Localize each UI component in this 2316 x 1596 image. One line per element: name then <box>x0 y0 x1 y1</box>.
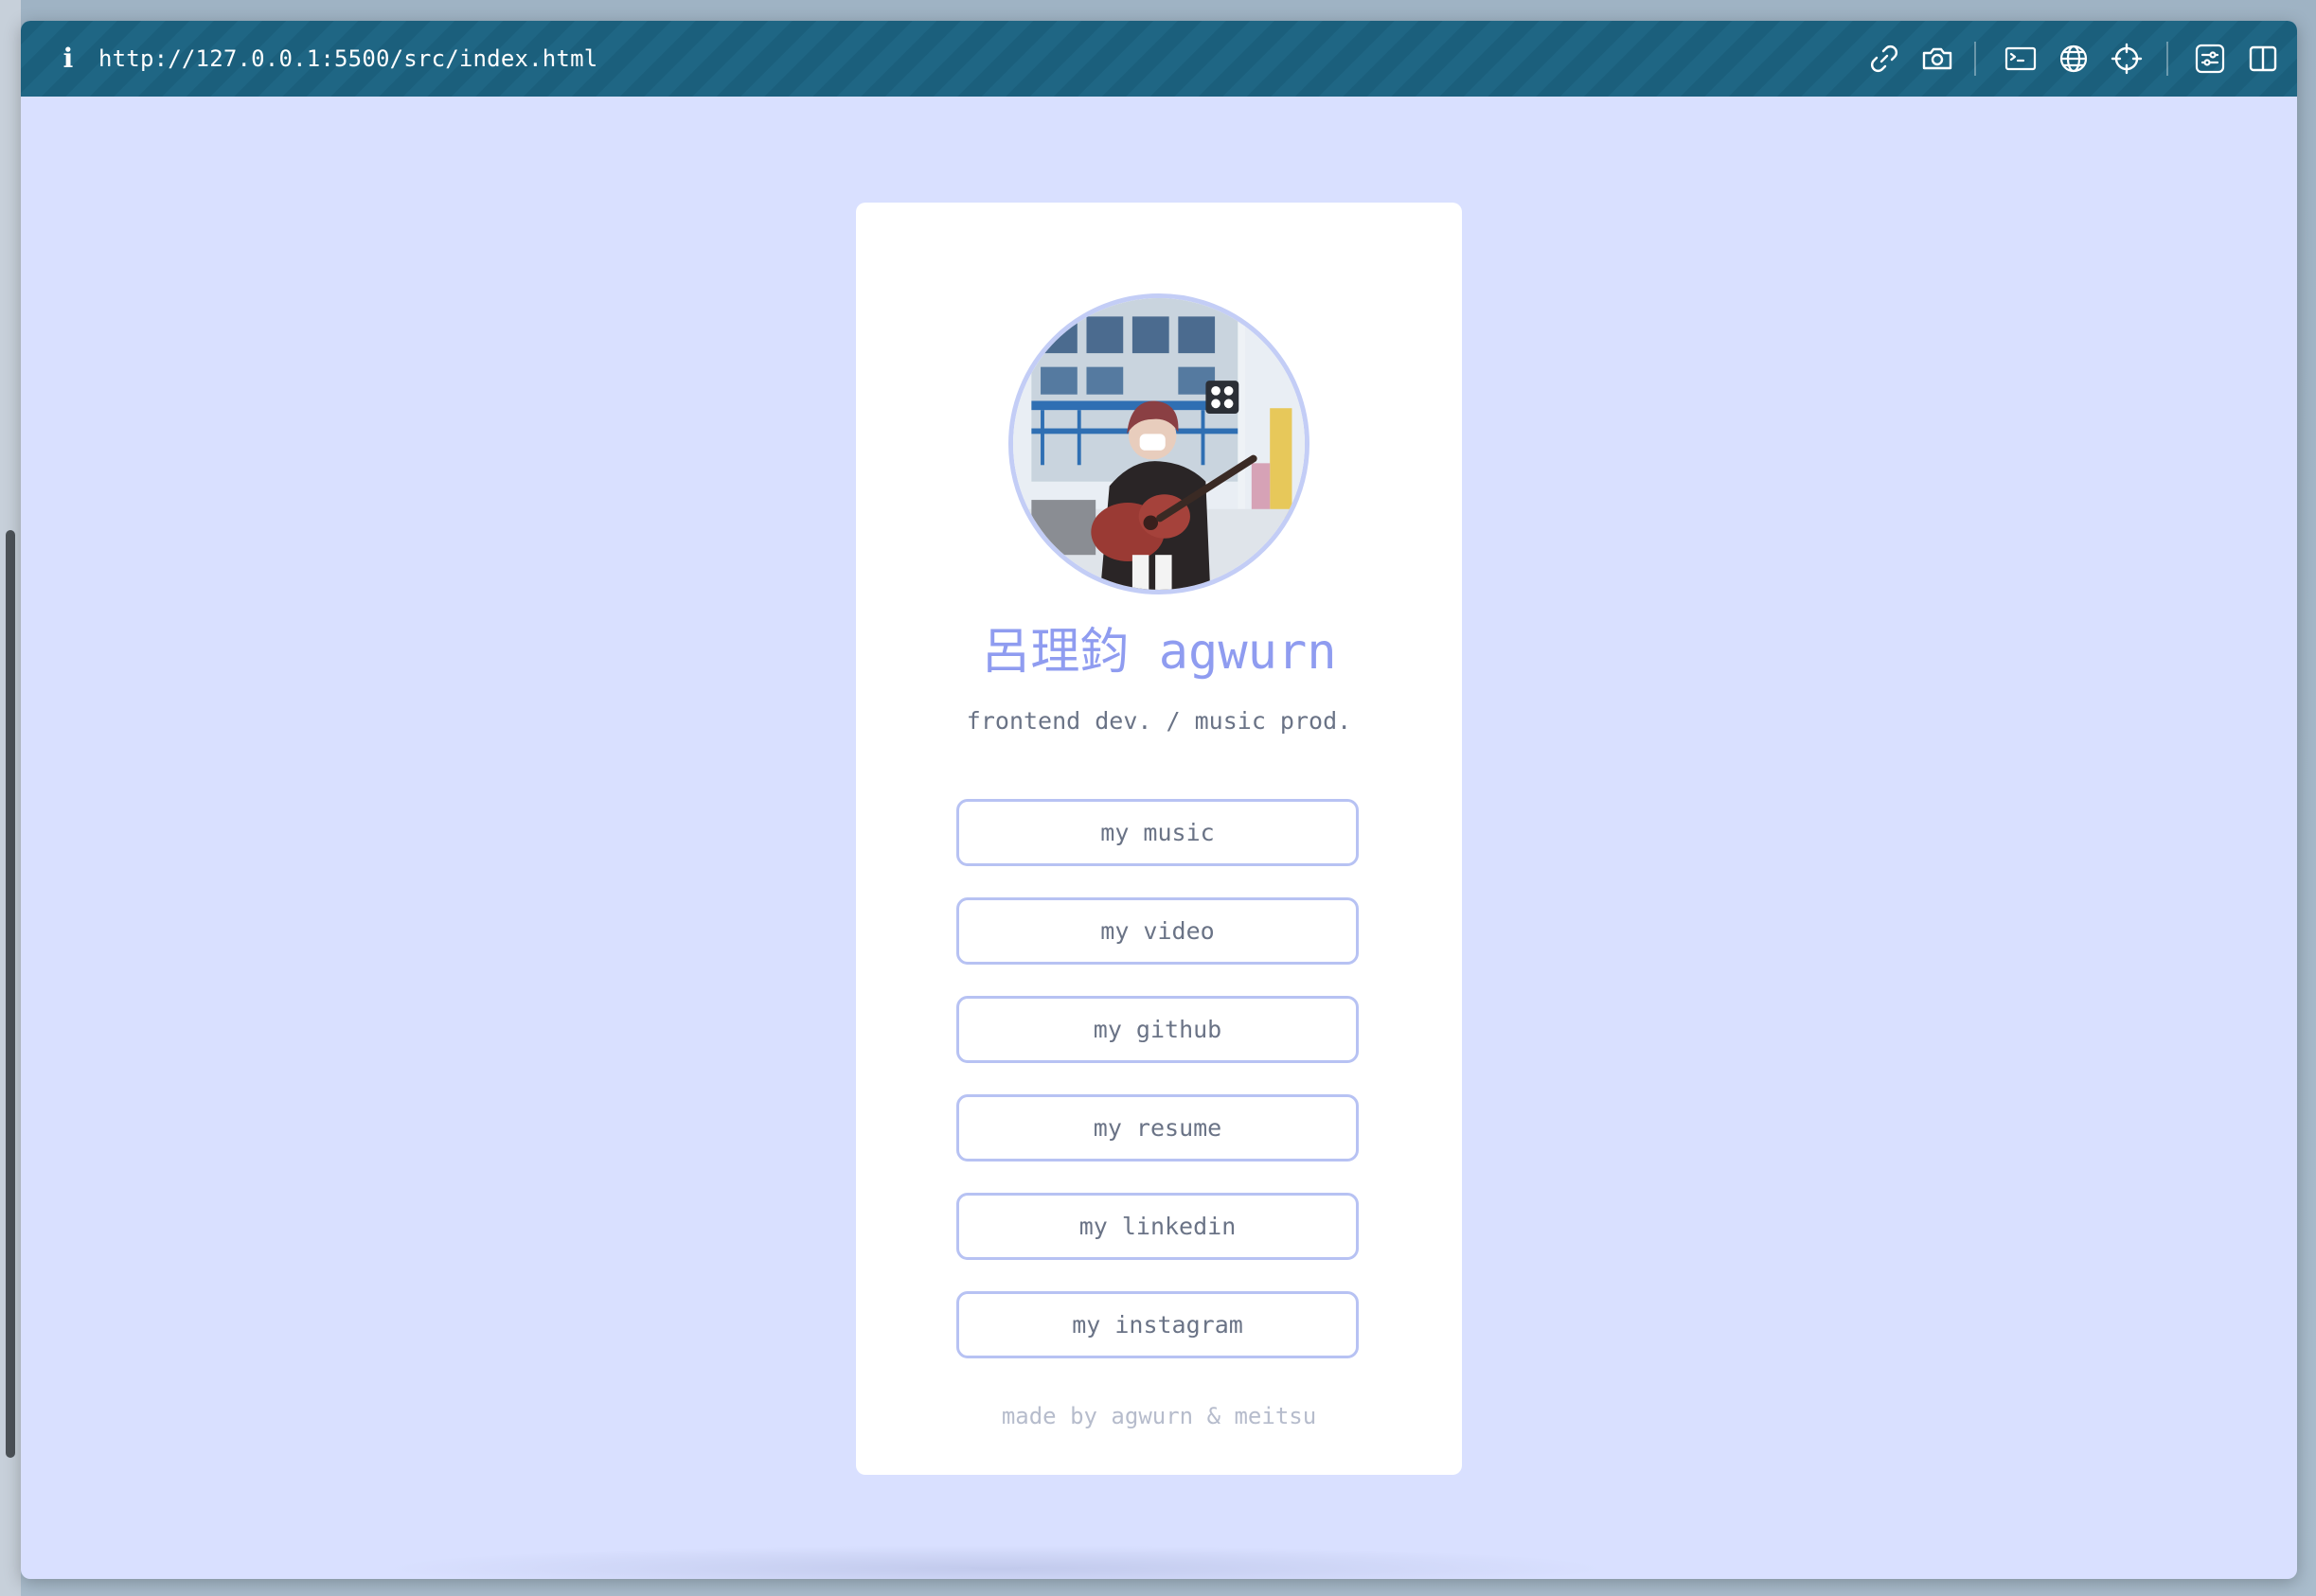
camera-icon[interactable] <box>1918 40 1956 78</box>
browser-window: i http://127.0.0.1:5500/src/index.html 呂… <box>21 21 2297 1579</box>
info-icon[interactable]: i <box>49 38 87 80</box>
left-edge-panel <box>0 0 21 1596</box>
terminal-icon[interactable] <box>2002 40 2040 78</box>
split-view-icon[interactable] <box>2244 40 2282 78</box>
link-button-music[interactable]: my music <box>956 799 1359 866</box>
toolbar-divider <box>2166 42 2168 76</box>
profile-name: 呂理鈞 agwurn <box>981 624 1337 681</box>
profile-card: 呂理鈞 agwurn frontend dev. / music prod. m… <box>856 203 1462 1475</box>
profile-photo <box>1013 298 1305 590</box>
link-button-instagram[interactable]: my instagram <box>956 1291 1359 1358</box>
settings-sliders-icon[interactable] <box>2191 40 2229 78</box>
crosshair-icon[interactable] <box>2108 40 2146 78</box>
scrollbar[interactable] <box>6 530 15 1458</box>
link-icon[interactable] <box>1865 40 1903 78</box>
toolbar-divider <box>1974 42 1976 76</box>
link-button-resume[interactable]: my resume <box>956 1094 1359 1162</box>
link-button-video[interactable]: my video <box>956 897 1359 965</box>
address-bar: i http://127.0.0.1:5500/src/index.html <box>21 21 2297 97</box>
globe-icon[interactable] <box>2055 40 2093 78</box>
profile-subtitle: frontend dev. / music prod. <box>966 707 1352 735</box>
url-text[interactable]: http://127.0.0.1:5500/src/index.html <box>98 40 597 78</box>
link-button-github[interactable]: my github <box>956 996 1359 1063</box>
bottom-shadow <box>381 1545 1612 1579</box>
footer-credit: made by agwurn & meitsu <box>1001 1403 1317 1429</box>
link-button-linkedin[interactable]: my linkedin <box>956 1193 1359 1260</box>
avatar <box>1008 293 1309 594</box>
